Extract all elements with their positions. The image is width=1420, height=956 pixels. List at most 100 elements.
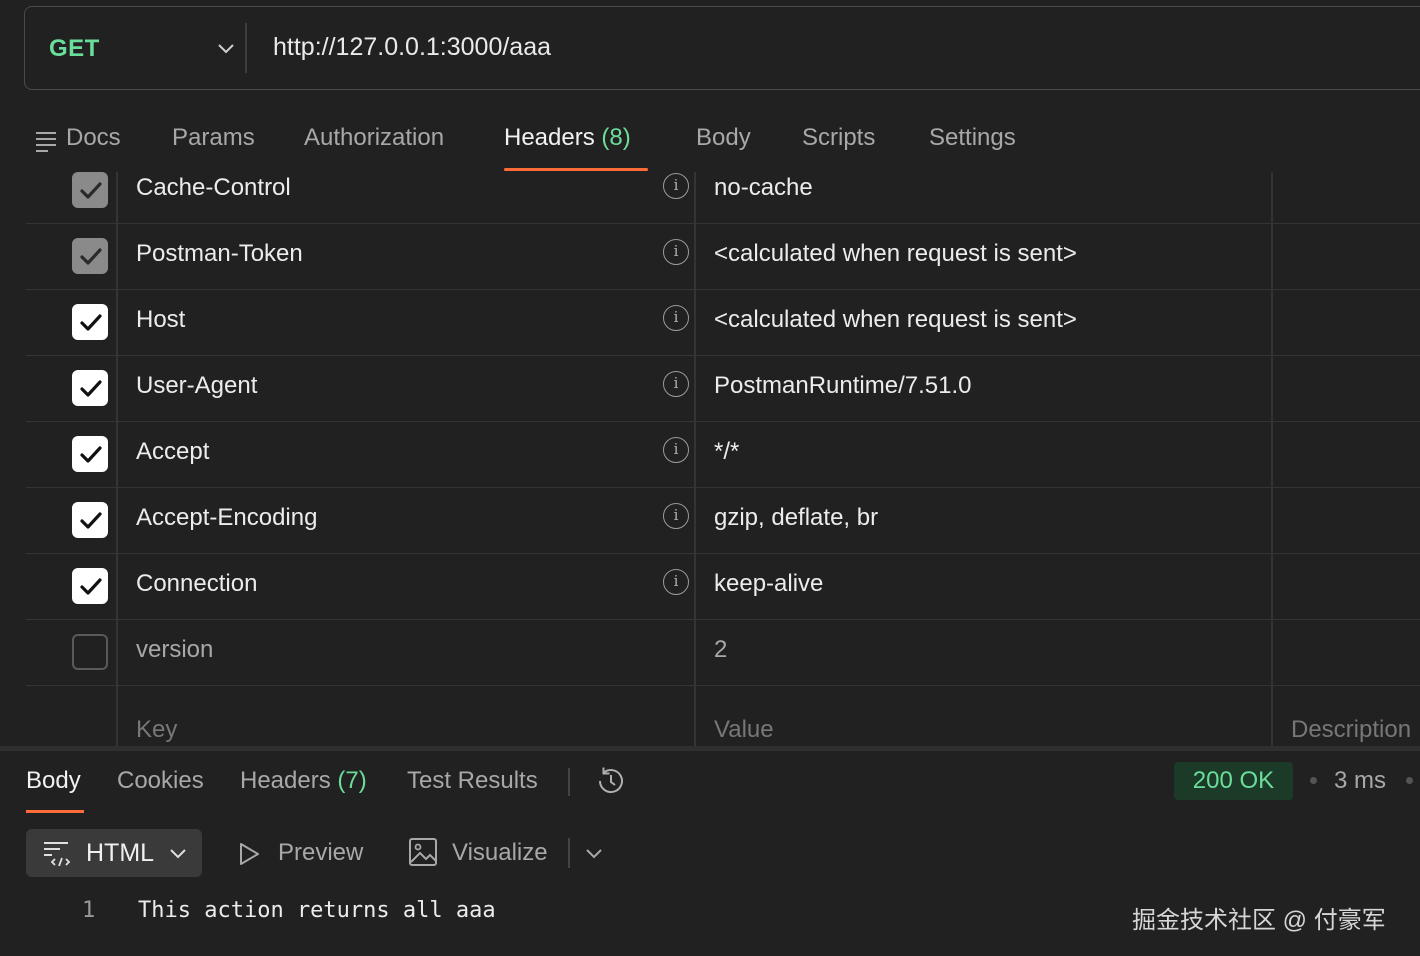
response-divider[interactable] — [0, 746, 1420, 751]
row-checkbox[interactable] — [72, 172, 108, 208]
header-key[interactable]: Connection — [136, 570, 257, 598]
header-key[interactable]: version — [136, 636, 213, 664]
info-glyph: i — [673, 308, 679, 326]
response-body-text[interactable]: This action returns all aaa — [138, 898, 496, 923]
check-icon — [80, 380, 102, 397]
header-key[interactable]: Accept-Encoding — [136, 504, 317, 532]
separator — [568, 768, 570, 796]
table-row: User-Agent i PostmanRuntime/7.51.0 — [26, 356, 1420, 422]
row-checkbox[interactable] — [72, 238, 108, 274]
format-select[interactable]: HTML — [26, 829, 202, 877]
tab-body[interactable]: Body — [696, 124, 751, 152]
active-tab-indicator — [504, 168, 648, 171]
info-icon[interactable]: i — [663, 371, 689, 397]
header-value[interactable]: <calculated when request is sent> — [714, 306, 1077, 334]
watermark: 掘金技术社区 @ 付豪军 — [1132, 907, 1386, 934]
tab-authorization[interactable]: Authorization — [304, 124, 444, 152]
tab-params[interactable]: Params — [172, 124, 255, 152]
row-checkbox[interactable] — [72, 502, 108, 538]
header-key[interactable]: User-Agent — [136, 372, 257, 400]
check-icon — [80, 314, 102, 331]
image-icon — [409, 838, 437, 866]
header-value[interactable]: gzip, deflate, br — [714, 504, 878, 532]
tab-docs[interactable]: Docs — [66, 124, 121, 152]
chevron-down-icon — [170, 849, 186, 859]
table-row: Connection i keep-alive — [26, 554, 1420, 620]
header-key[interactable]: Cache-Control — [136, 174, 291, 202]
tab-headers[interactable]: Headers (8) — [504, 124, 631, 152]
response-time[interactable]: 3 ms — [1334, 767, 1386, 795]
info-glyph: i — [673, 242, 679, 260]
url-bar: GET http://127.0.0.1:3000/aaa — [24, 6, 1420, 90]
url-input[interactable]: http://127.0.0.1:3000/aaa — [273, 33, 551, 62]
check-icon — [80, 512, 102, 529]
info-glyph: i — [673, 176, 679, 194]
check-icon — [80, 182, 102, 199]
tab-response-cookies[interactable]: Cookies — [117, 767, 204, 795]
check-icon — [80, 446, 102, 463]
info-icon[interactable]: i — [663, 569, 689, 595]
tab-response-body[interactable]: Body — [26, 767, 81, 795]
format-wrap-icon — [44, 842, 71, 866]
preview-label: Preview — [278, 839, 364, 866]
info-icon[interactable]: i — [663, 503, 689, 529]
check-icon — [80, 248, 102, 265]
key-placeholder[interactable]: Key — [136, 716, 177, 744]
info-icon[interactable]: i — [663, 173, 689, 199]
tab-response-headers-label: Headers — [240, 767, 331, 794]
info-glyph: i — [673, 572, 679, 590]
column-divider — [694, 172, 696, 746]
separator-dot — [1310, 777, 1317, 784]
header-key[interactable]: Host — [136, 306, 185, 334]
value-placeholder[interactable]: Value — [714, 716, 774, 744]
tab-headers-count: (8) — [601, 124, 631, 151]
chevron-down-icon[interactable] — [215, 37, 237, 59]
info-glyph: i — [673, 440, 679, 458]
status-badge[interactable]: 200 OK — [1174, 762, 1293, 800]
tab-response-headers[interactable]: Headers (7) — [240, 767, 367, 795]
separator-dot — [1406, 777, 1413, 784]
separator — [568, 838, 570, 868]
column-divider — [116, 172, 118, 746]
tab-test-results[interactable]: Test Results — [407, 767, 538, 795]
history-icon[interactable] — [594, 764, 628, 798]
header-key[interactable]: Accept — [136, 438, 209, 466]
info-glyph: i — [673, 506, 679, 524]
row-checkbox[interactable] — [72, 568, 108, 604]
table-row: Accept i */* — [26, 422, 1420, 488]
info-icon[interactable]: i — [663, 305, 689, 331]
info-icon[interactable]: i — [663, 239, 689, 265]
header-value[interactable]: 2 — [714, 636, 727, 664]
table-row: Accept-Encoding i gzip, deflate, br — [26, 488, 1420, 554]
header-key[interactable]: Postman-Token — [136, 240, 303, 268]
line-number: 1 — [82, 898, 96, 923]
column-divider — [1271, 172, 1273, 746]
visualize-label: Visualize — [452, 839, 548, 866]
header-value[interactable]: no-cache — [714, 174, 813, 202]
info-icon[interactable]: i — [663, 437, 689, 463]
docs-icon[interactable] — [34, 130, 58, 152]
row-checkbox[interactable] — [72, 304, 108, 340]
tab-response-headers-count: (7) — [337, 767, 367, 794]
row-checkbox[interactable] — [72, 436, 108, 472]
url-separator — [245, 23, 247, 73]
header-value[interactable]: */* — [714, 438, 739, 466]
row-checkbox[interactable] — [72, 634, 108, 670]
table-row: Postman-Token i <calculated when request i… — [26, 224, 1420, 290]
table-row-new: Key Value Description — [26, 700, 1420, 746]
description-placeholder[interactable]: Description — [1291, 716, 1411, 744]
request-tabs: Docs Params Authorization Headers (8) Bo… — [0, 118, 1420, 172]
table-row: Cache-Control i no-cache — [26, 172, 1420, 224]
header-value[interactable]: <calculated when request is sent> — [714, 240, 1077, 268]
header-value[interactable]: PostmanRuntime/7.51.0 — [714, 372, 971, 400]
check-icon — [80, 578, 102, 595]
tab-settings[interactable]: Settings — [929, 124, 1016, 152]
header-value[interactable]: keep-alive — [714, 570, 823, 598]
row-checkbox[interactable] — [72, 370, 108, 406]
tab-scripts[interactable]: Scripts — [802, 124, 875, 152]
format-label: HTML — [86, 839, 155, 867]
chevron-down-icon[interactable] — [584, 843, 604, 863]
method-select[interactable]: GET — [49, 35, 100, 63]
table-row: Host i <calculated when request is sent> — [26, 290, 1420, 356]
active-response-tab-indicator — [26, 810, 84, 813]
